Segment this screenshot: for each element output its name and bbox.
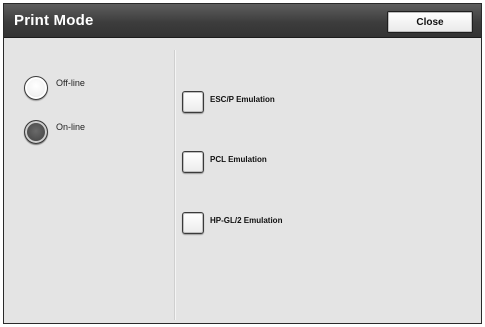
offline-option[interactable]: Off-line <box>24 76 85 104</box>
offline-radio[interactable] <box>24 76 48 100</box>
hpgl2-emulation-button[interactable]: HP-GL/2 Emulation <box>182 210 282 236</box>
page-title: Print Mode <box>14 12 94 29</box>
title-bar: Print Mode Close <box>4 4 481 38</box>
escp-emulation-label: ESC/P Emulation <box>210 94 275 104</box>
escp-emulation-button[interactable]: ESC/P Emulation <box>182 89 275 115</box>
print-mode-screen: Print Mode Close Off-line On-line ESC/P … <box>3 3 482 324</box>
offline-label: Off-line <box>56 78 85 88</box>
pcl-emulation-label: PCL Emulation <box>210 154 267 164</box>
panel-divider <box>174 50 176 320</box>
online-radio[interactable] <box>24 120 48 144</box>
close-button[interactable]: Close <box>387 11 473 33</box>
online-option[interactable]: On-line <box>24 120 85 148</box>
pcl-emulation-button[interactable]: PCL Emulation <box>182 149 267 175</box>
escp-emulation-box[interactable] <box>182 91 204 113</box>
hpgl2-emulation-box[interactable] <box>182 212 204 234</box>
pcl-emulation-box[interactable] <box>182 151 204 173</box>
hpgl2-emulation-label: HP-GL/2 Emulation <box>210 215 283 225</box>
online-label: On-line <box>56 122 86 132</box>
